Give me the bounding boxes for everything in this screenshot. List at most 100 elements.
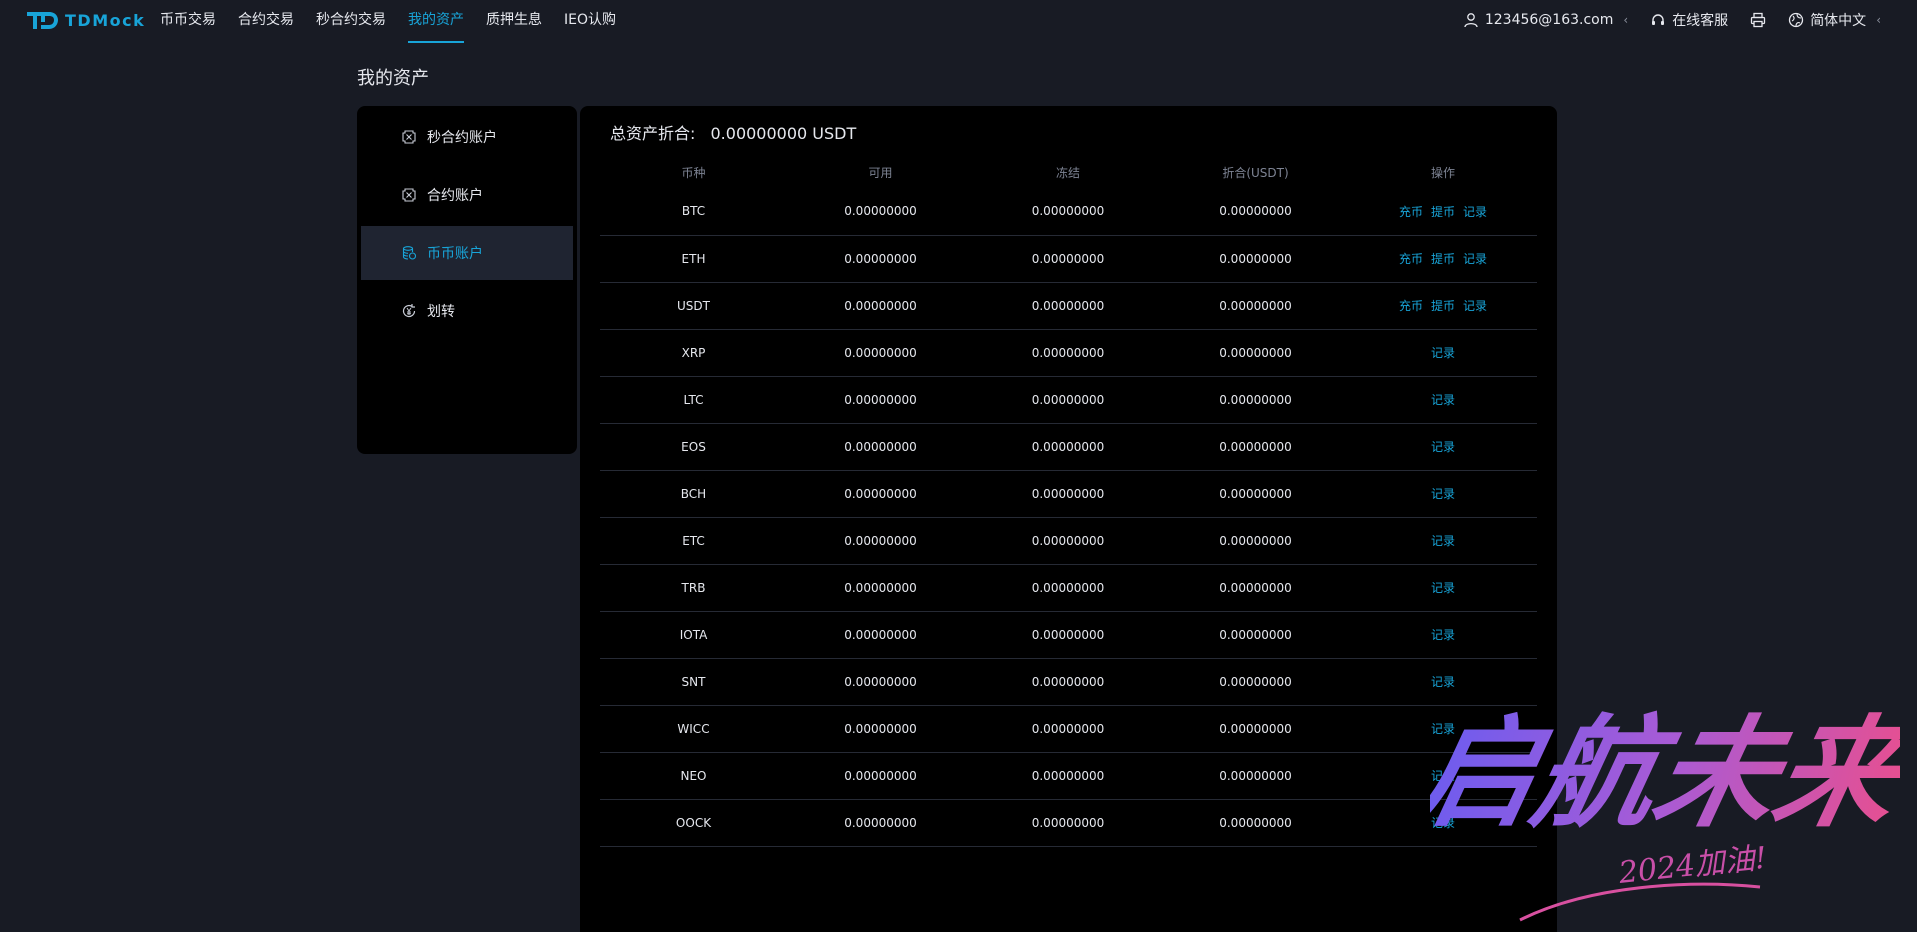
record-link[interactable]: 记录 bbox=[1463, 299, 1487, 313]
usdt-value-cell: 0.00000000 bbox=[1162, 705, 1349, 753]
frozen-cell: 0.00000000 bbox=[974, 705, 1162, 753]
actions-cell: 记录 bbox=[1349, 705, 1537, 753]
coin-cell: USDT bbox=[600, 282, 787, 330]
table-row: XRP 0.00000000 0.00000000 0.00000000 记录 bbox=[600, 329, 1537, 377]
frozen-cell: 0.00000000 bbox=[974, 611, 1162, 659]
column-header-usdt-value: 折合(USDT) bbox=[1222, 165, 1289, 180]
sidebar-item-label: 币币账户 bbox=[427, 246, 483, 262]
assets-panel: 总资产折合: 0.00000000 USDT 币种 可用 冻结 折合(USDT)… bbox=[580, 106, 1557, 932]
withdraw-link[interactable]: 提币 bbox=[1431, 252, 1455, 266]
main-nav: 币币交易 合约交易 秒合约交易 我的资产 质押生息 IEO认购 bbox=[160, 0, 638, 44]
sidebar-item-contract-account[interactable]: 合约账户 bbox=[361, 168, 573, 222]
total-assets-value: 0.00000000 USDT bbox=[710, 124, 857, 143]
asset-sidebar: 秒合约账户 合约账户 币币账户 划转 bbox=[357, 106, 577, 454]
coin-cell: IOTA bbox=[600, 611, 787, 659]
contract-icon bbox=[402, 188, 416, 202]
record-link[interactable]: 记录 bbox=[1431, 628, 1455, 642]
frozen-cell: 0.00000000 bbox=[974, 188, 1162, 236]
record-link[interactable]: 记录 bbox=[1463, 252, 1487, 266]
table-row: BCH 0.00000000 0.00000000 0.00000000 记录 bbox=[600, 470, 1537, 518]
column-header-coin: 币种 bbox=[681, 165, 706, 180]
contract-icon bbox=[402, 130, 416, 144]
nav-spot-trading[interactable]: 币币交易 bbox=[160, 0, 216, 44]
record-link[interactable]: 记录 bbox=[1431, 440, 1455, 454]
actions-cell: 记录 bbox=[1349, 470, 1537, 518]
available-cell: 0.00000000 bbox=[787, 611, 974, 659]
sidebar-item-label: 秒合约账户 bbox=[427, 130, 497, 146]
actions-cell: 记录 bbox=[1349, 658, 1537, 706]
actions-cell: 记录 bbox=[1349, 611, 1537, 659]
usdt-value-cell: 0.00000000 bbox=[1162, 470, 1349, 518]
record-link[interactable]: 记录 bbox=[1431, 346, 1455, 360]
coin-cell: ETH bbox=[600, 235, 787, 283]
coin-cell: OOCK bbox=[600, 799, 787, 847]
coins-icon bbox=[402, 246, 417, 260]
chevron-left-icon: ‹ bbox=[1876, 13, 1881, 27]
frozen-cell: 0.00000000 bbox=[974, 799, 1162, 847]
nav-ieo[interactable]: IEO认购 bbox=[564, 0, 616, 44]
table-row: ETC 0.00000000 0.00000000 0.00000000 记录 bbox=[600, 517, 1537, 565]
coin-cell: WICC bbox=[600, 705, 787, 753]
logo-text: TDMock bbox=[65, 10, 146, 30]
nav-contract-trading[interactable]: 合约交易 bbox=[238, 0, 294, 44]
actions-cell: 记录 bbox=[1349, 564, 1537, 612]
table-row: ETH 0.00000000 0.00000000 0.00000000 充币 提币 记录 bbox=[600, 235, 1537, 283]
record-link[interactable]: 记录 bbox=[1431, 769, 1455, 783]
usdt-value-cell: 0.00000000 bbox=[1162, 564, 1349, 612]
table-row: IOTA 0.00000000 0.00000000 0.00000000 记录 bbox=[600, 611, 1537, 659]
sidebar-item-spot-account[interactable]: 币币账户 bbox=[361, 226, 573, 280]
actions-cell: 记录 bbox=[1349, 329, 1537, 377]
deposit-link[interactable]: 充币 bbox=[1399, 299, 1423, 313]
record-link[interactable]: 记录 bbox=[1463, 205, 1487, 219]
nav-staking[interactable]: 质押生息 bbox=[486, 0, 542, 44]
coin-cell: BTC bbox=[600, 188, 787, 236]
sidebar-item-label: 划转 bbox=[427, 304, 455, 320]
support-link[interactable]: 在线客服 bbox=[1650, 10, 1728, 30]
usdt-value-cell: 0.00000000 bbox=[1162, 799, 1349, 847]
available-cell: 0.00000000 bbox=[787, 235, 974, 283]
coin-cell: LTC bbox=[600, 376, 787, 424]
language-selector[interactable]: 简体中文 ‹ bbox=[1788, 10, 1881, 30]
withdraw-link[interactable]: 提币 bbox=[1431, 299, 1455, 313]
actions-cell: 记录 bbox=[1349, 376, 1537, 424]
record-link[interactable]: 记录 bbox=[1431, 581, 1455, 595]
available-cell: 0.00000000 bbox=[787, 705, 974, 753]
assets-table: 币种 可用 冻结 折合(USDT) 操作 BTC 0.00000000 0.0000… bbox=[600, 156, 1537, 847]
assets-table-body: BTC 0.00000000 0.00000000 0.00000000 充币 提币 记录 E… bbox=[600, 188, 1537, 847]
total-assets: 总资产折合: 0.00000000 USDT bbox=[610, 120, 856, 144]
frozen-cell: 0.00000000 bbox=[974, 423, 1162, 471]
language-label: 简体中文 bbox=[1810, 13, 1867, 29]
record-link[interactable]: 记录 bbox=[1431, 722, 1455, 736]
deposit-link[interactable]: 充币 bbox=[1399, 252, 1423, 266]
logo[interactable]: TDMock bbox=[25, 8, 145, 32]
withdraw-link[interactable]: 提币 bbox=[1431, 205, 1455, 219]
table-row: OOCK 0.00000000 0.00000000 0.00000000 记录 bbox=[600, 799, 1537, 847]
usdt-value-cell: 0.00000000 bbox=[1162, 376, 1349, 424]
usdt-value-cell: 0.00000000 bbox=[1162, 517, 1349, 565]
support-label: 在线客服 bbox=[1672, 13, 1729, 29]
record-link[interactable]: 记录 bbox=[1431, 534, 1455, 548]
usdt-value-cell: 0.00000000 bbox=[1162, 188, 1349, 236]
table-row: EOS 0.00000000 0.00000000 0.00000000 记录 bbox=[600, 423, 1537, 471]
frozen-cell: 0.00000000 bbox=[974, 564, 1162, 612]
record-link[interactable]: 记录 bbox=[1431, 393, 1455, 407]
frozen-cell: 0.00000000 bbox=[974, 235, 1162, 283]
record-link[interactable]: 记录 bbox=[1431, 487, 1455, 501]
sidebar-item-second-contract-account[interactable]: 秒合约账户 bbox=[361, 110, 573, 164]
actions-cell: 记录 bbox=[1349, 799, 1537, 847]
nav-my-assets[interactable]: 我的资产 bbox=[408, 0, 464, 44]
nav-second-contract[interactable]: 秒合约交易 bbox=[316, 0, 386, 44]
table-row: NEO 0.00000000 0.00000000 0.00000000 记录 bbox=[600, 752, 1537, 800]
sidebar-item-transfer[interactable]: 划转 bbox=[361, 284, 573, 338]
record-link[interactable]: 记录 bbox=[1431, 675, 1455, 689]
user-menu[interactable]: 123456@163.com ‹ bbox=[1463, 12, 1628, 28]
usdt-value-cell: 0.00000000 bbox=[1162, 611, 1349, 659]
deposit-link[interactable]: 充币 bbox=[1399, 205, 1423, 219]
actions-cell: 充币 提币 记录 bbox=[1349, 188, 1537, 236]
record-link[interactable]: 记录 bbox=[1431, 816, 1455, 830]
table-row: BTC 0.00000000 0.00000000 0.00000000 充币 提币 记录 bbox=[600, 188, 1537, 236]
download-button[interactable] bbox=[1750, 12, 1766, 28]
headset-icon bbox=[1652, 14, 1665, 25]
coin-cell: ETC bbox=[600, 517, 787, 565]
available-cell: 0.00000000 bbox=[787, 564, 974, 612]
